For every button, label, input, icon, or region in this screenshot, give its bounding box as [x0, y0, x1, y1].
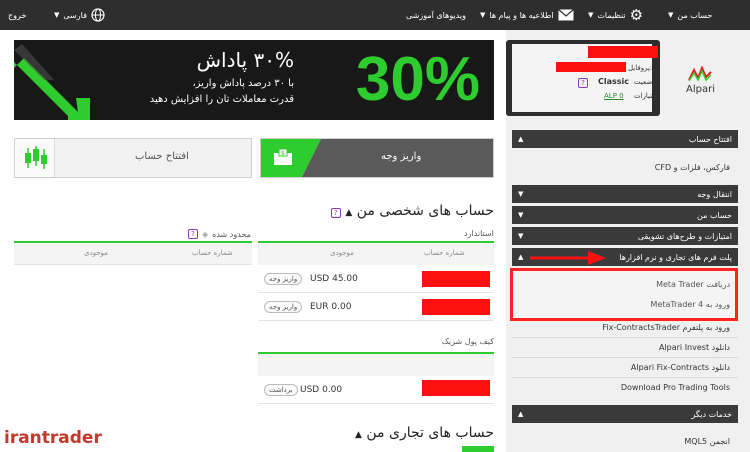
- sidebar-link-alpari-fix[interactable]: دانلود Alpari Fix-Contracts: [512, 363, 738, 372]
- profile-card: پروفایل: وضعیت: Classic ? امتیازات: ALP …: [506, 40, 660, 116]
- collapse-up-icon: ▲: [518, 253, 524, 261]
- sidebar-link-alpari-invest[interactable]: دانلود Alpari Invest: [512, 343, 738, 352]
- collapse-up-icon: ▲: [518, 410, 524, 418]
- svg-text:$: $: [281, 150, 285, 157]
- exit-link[interactable]: خروج: [8, 0, 26, 30]
- limited-label-group: ? ◈ محدود شده: [188, 229, 251, 239]
- chevron-down-icon: ▼: [668, 11, 674, 19]
- globe-icon: [91, 8, 105, 22]
- open-account-button[interactable]: افتتاح حساب: [14, 138, 252, 178]
- chevron-down-icon: ▼: [480, 11, 486, 19]
- annotation-arrow-icon: [530, 251, 606, 265]
- banner-line2: قدرت معاملات تان را افزایش دهید: [149, 94, 294, 105]
- standard-label: استاندارد: [464, 229, 494, 238]
- redacted-profile: [556, 62, 626, 72]
- redacted-account: [422, 380, 490, 396]
- table-row: USD 45.00 واریز وجه: [258, 265, 494, 293]
- deposit-row-button[interactable]: واریز وجه: [264, 273, 303, 285]
- settings-menu[interactable]: ▼ تنظیمات ⚙: [588, 0, 643, 30]
- collapse-toggle-icon[interactable]: ▲: [345, 208, 352, 218]
- highlight-box: [510, 268, 738, 321]
- redacted-name: [588, 46, 658, 58]
- language-selector[interactable]: ▼ فارسی: [54, 0, 105, 30]
- sidebar-link-fix-login[interactable]: ورود به پلتفرم Fix-ContractsTrader: [512, 323, 738, 332]
- standard-table-header: شماره حساب موجودی: [258, 243, 494, 265]
- withdraw-button[interactable]: برداشت: [264, 384, 298, 396]
- candlestick-icon: [25, 146, 47, 169]
- deposit-label: واریز وجه: [381, 151, 422, 162]
- sidebar-link-mql5[interactable]: انجمن MQL5: [512, 437, 738, 446]
- limited-table-header: شماره حساب موجودی: [14, 243, 252, 265]
- redacted-account: [422, 271, 490, 287]
- watermark: irantrader: [4, 428, 102, 448]
- collapse-up-icon: ▲: [518, 135, 524, 143]
- chevron-down-icon: ▼: [518, 232, 524, 240]
- sidebar-item-points[interactable]: امتیازات و طرح‌های تشویقی ▼: [512, 227, 738, 245]
- sidebar-item-my-account[interactable]: حساب من ▼: [512, 206, 738, 224]
- gear-icon: ⚙: [629, 6, 644, 24]
- top-bar: خروج ▼ فارسی ویدیوهای آموزشی ▼ اطلاعیه ه…: [0, 0, 750, 30]
- sidebar-item-open-account[interactable]: افتتاح حساب ▲: [512, 130, 738, 148]
- banner-big-percent: 30%: [355, 45, 480, 114]
- banner-title: ۳۰% پاداش: [196, 48, 294, 72]
- deposit-row-button[interactable]: واریز وجه: [264, 301, 303, 313]
- promo-banner[interactable]: 30% ۳۰% پاداش با ۳۰ درصد پاداش واریز، قد…: [14, 40, 494, 120]
- sidebar-link-download-mt[interactable]: دریافت Meta Trader: [512, 280, 738, 289]
- shield-icon: ◈: [202, 229, 209, 239]
- help-icon[interactable]: ?: [578, 78, 588, 88]
- banner-line1: با ۳۰ درصد پاداش واریز،: [192, 78, 294, 89]
- chevron-down-icon: ▼: [588, 11, 594, 19]
- sidebar-item-transfer[interactable]: انتقال وجه ▼: [512, 185, 738, 203]
- videos-link[interactable]: ویدیوهای آموزشی: [406, 0, 466, 30]
- deposit-button[interactable]: $ واریز وجه: [260, 138, 494, 178]
- redacted-account: [422, 299, 490, 315]
- sidebar-link-login-mt4[interactable]: ورود به MetaTrader 4: [512, 300, 738, 309]
- messages-menu[interactable]: ▼ اطلاعیه ها و پیام ها: [480, 0, 574, 30]
- alpari-logo-icon: [688, 66, 712, 82]
- trading-accounts-title: حساب های تجاری من ▲: [355, 425, 494, 441]
- points-link[interactable]: ALP 0: [604, 92, 624, 100]
- wallet-icon: $: [274, 148, 292, 165]
- collapse-toggle-icon[interactable]: ▲: [355, 430, 362, 440]
- sidebar-item-other[interactable]: خدمات دیگر ▲: [512, 405, 738, 423]
- alpari-logo-text: Alpari: [686, 84, 715, 95]
- table-row: EUR 0.00 واریز وجه: [258, 293, 494, 321]
- chevron-down-icon: ▼: [54, 11, 60, 19]
- help-icon[interactable]: ?: [330, 208, 341, 218]
- my-account-menu[interactable]: ▼ حساب من: [668, 0, 712, 30]
- chevron-down-icon: ▼: [518, 211, 524, 219]
- open-account-label: افتتاح حساب: [135, 151, 189, 162]
- envelope-icon: [557, 9, 574, 21]
- sidebar-link-forex[interactable]: فارکس، فلزات و CFD: [512, 163, 738, 172]
- sidebar-link-pro-tools[interactable]: Download Pro Trading Tools: [512, 383, 738, 392]
- chevron-down-icon: ▼: [518, 190, 524, 198]
- personal-accounts-title: حساب های شخصی من ▲ ?: [330, 203, 494, 219]
- table-row: USD 0.00 برداشت: [258, 376, 494, 404]
- partner-wallet-label: کیف پول شریک: [441, 337, 494, 346]
- help-icon[interactable]: ?: [188, 229, 198, 239]
